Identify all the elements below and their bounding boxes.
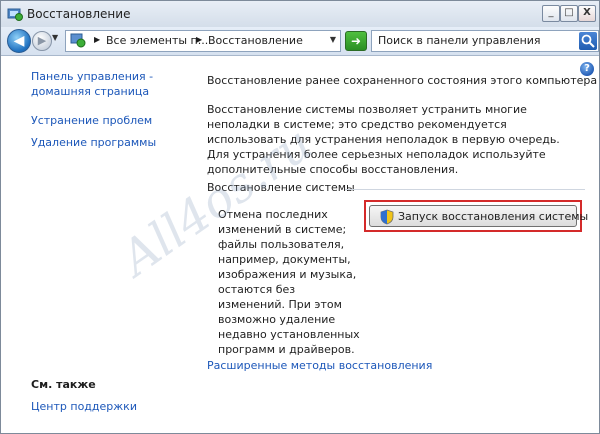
breadcrumb-arrow-icon[interactable]: ▶ (94, 35, 100, 44)
search-icon[interactable] (579, 32, 597, 50)
title-bar: Восстановление _ □ X (1, 1, 599, 27)
back-arrow-icon[interactable]: ◀ (7, 29, 31, 53)
navigation-bar: ◀ ▶ ▼ ▶ Все элементы п... ▶ Восстановлен… (1, 27, 599, 56)
refresh-icon[interactable]: ➜ (345, 31, 367, 51)
search-placeholder: Поиск в панели управления (378, 34, 541, 47)
sidebar-link-control-panel-home-line2[interactable]: домашняя страница (31, 84, 149, 99)
sidebar-link-troubleshooting[interactable]: Устранение проблем (31, 113, 152, 128)
system-restore-heading: Восстановление системы (207, 181, 355, 194)
section-divider (345, 189, 585, 190)
control-panel-window: Восстановление _ □ X ◀ ▶ ▼ ▶ Все элемент… (0, 0, 600, 434)
window-title: Восстановление (27, 7, 131, 21)
close-button[interactable]: X (578, 5, 596, 22)
start-system-restore-button[interactable]: Запуск восстановления системы (369, 205, 588, 227)
breadcrumb-all-items[interactable]: Все элементы п... (106, 34, 208, 47)
sidebar-link-uninstall-program[interactable]: Удаление программы (31, 135, 156, 150)
maximize-button[interactable]: □ (560, 5, 578, 22)
content-area: ? Панель управления - домашняя страница … (1, 56, 599, 433)
start-system-restore-label: Запуск восстановления системы (398, 210, 589, 223)
control-panel-icon (70, 33, 86, 48)
minimize-button[interactable]: _ (542, 5, 560, 22)
breadcrumb-arrow-icon[interactable]: ▶ (196, 35, 202, 44)
see-also-heading: См. также (31, 378, 96, 391)
breadcrumb-recovery[interactable]: Восстановление (208, 34, 303, 47)
forward-arrow-icon[interactable]: ▶ (32, 31, 52, 51)
address-bar[interactable]: ▶ Все элементы п... ▶ Восстановление ▼ (65, 30, 341, 52)
uac-shield-icon (380, 209, 394, 225)
page-description: Восстановление системы позволяет устрани… (207, 103, 560, 176)
system-restore-description: Отмена последних изменений в системе; фа… (218, 208, 360, 356)
address-dropdown-icon[interactable]: ▼ (330, 35, 336, 44)
recent-pages-dropdown-icon[interactable]: ▼ (52, 33, 58, 42)
search-input[interactable]: Поиск в панели управления (371, 30, 599, 52)
sidebar-link-control-panel-home[interactable]: Панель управления - (31, 69, 153, 84)
advanced-recovery-link[interactable]: Расширенные методы восстановления (207, 359, 432, 372)
page-title: Восстановление ранее сохраненного состоя… (207, 74, 598, 87)
recovery-app-icon (7, 8, 23, 21)
sidebar-link-action-center[interactable]: Центр поддержки (31, 399, 137, 414)
